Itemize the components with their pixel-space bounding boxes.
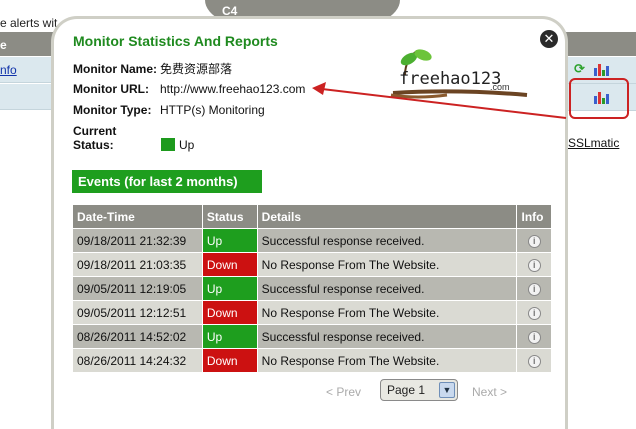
annotation-arrow — [312, 82, 567, 119]
